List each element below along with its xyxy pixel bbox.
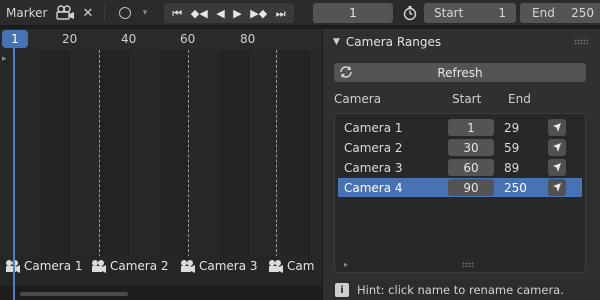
cursor-arrow-icon[interactable] bbox=[548, 119, 566, 136]
stopwatch-icon[interactable] bbox=[399, 3, 421, 23]
end-value: 250 bbox=[571, 6, 594, 20]
start-label: Start bbox=[434, 6, 464, 20]
column-header-start: Start bbox=[452, 92, 482, 106]
marker-label: Cam bbox=[287, 259, 315, 273]
current-frame-badge[interactable]: 1 bbox=[2, 30, 28, 48]
next-keyframe-icon[interactable]: ▶◆ bbox=[250, 8, 267, 19]
start-frame-input[interactable]: 1 bbox=[448, 119, 494, 136]
prev-keyframe-icon[interactable]: ◆◀ bbox=[191, 8, 208, 19]
marker-line bbox=[99, 50, 100, 262]
timeline-marker[interactable]: Camera 3 bbox=[179, 258, 258, 274]
timeline-header: Marker ✕ ▾ ⏮ ◆◀ ◀ ▶ ▶◆ ⏭ 1 Start 1 End 2… bbox=[0, 0, 600, 26]
chevron-down-icon[interactable]: ▾ bbox=[138, 3, 152, 23]
refresh-label: Refresh bbox=[437, 65, 483, 80]
camera-icon[interactable] bbox=[54, 3, 76, 23]
panel-header[interactable]: ▼ Camera Ranges bbox=[323, 29, 600, 55]
timeline-marker[interactable]: Cam bbox=[267, 258, 314, 274]
hint-text: Hint: click name to rename camera. bbox=[357, 283, 564, 297]
start-frame-input[interactable]: 60 bbox=[448, 159, 494, 176]
column-header-camera: Camera bbox=[334, 92, 382, 106]
chevron-down-icon: ▼ bbox=[333, 37, 340, 47]
track-stripe bbox=[100, 50, 130, 260]
end-frame-value: 250 bbox=[504, 181, 527, 195]
end-frame-value: 89 bbox=[504, 161, 520, 175]
ruler-tick: 40 bbox=[121, 32, 137, 46]
jump-start-icon[interactable]: ⏮ bbox=[172, 8, 182, 19]
ruler-tick: 20 bbox=[62, 32, 78, 46]
current-frame-field[interactable]: 1 bbox=[313, 3, 393, 23]
column-header-end: End bbox=[508, 92, 531, 106]
end-frame-value: 29 bbox=[504, 121, 520, 135]
keyframe-circle-icon[interactable] bbox=[114, 3, 136, 23]
timeline-marker[interactable]: Camera 2 bbox=[90, 258, 169, 274]
timeline-track-area[interactable] bbox=[0, 50, 322, 260]
refresh-icon bbox=[340, 66, 352, 78]
camera-icon bbox=[92, 260, 106, 273]
drag-handle-icon[interactable] bbox=[574, 39, 588, 45]
camera-name[interactable]: Camera 4 bbox=[344, 181, 403, 195]
cursor-arrow-icon[interactable] bbox=[548, 139, 566, 156]
cursor-arrow-icon[interactable] bbox=[548, 179, 566, 196]
list-resize-handle[interactable] bbox=[462, 262, 474, 267]
start-frame-field[interactable]: Start 1 bbox=[424, 3, 516, 23]
refresh-button[interactable]: Refresh bbox=[334, 63, 586, 82]
toolbar-divider bbox=[104, 5, 105, 21]
camera-row[interactable]: Camera 2 30 59 bbox=[338, 138, 582, 157]
start-frame-input[interactable]: 90 bbox=[448, 179, 494, 196]
camera-row[interactable]: Camera 3 60 89 bbox=[338, 158, 582, 177]
end-frame-value: 59 bbox=[504, 141, 520, 155]
marker-label: Camera 2 bbox=[110, 259, 169, 273]
marker-label: Camera 1 bbox=[24, 259, 83, 273]
track-stripe bbox=[220, 50, 250, 260]
start-frame-input[interactable]: 30 bbox=[448, 139, 494, 156]
horizontal-scrollbar[interactable] bbox=[20, 292, 128, 296]
camera-name[interactable]: Camera 1 bbox=[344, 121, 403, 135]
camera-icon bbox=[269, 260, 283, 273]
end-label: End bbox=[532, 6, 555, 20]
play-reverse-icon[interactable]: ◀ bbox=[216, 8, 224, 19]
end-frame-field[interactable]: End 250 bbox=[520, 3, 600, 23]
playhead-line[interactable] bbox=[13, 48, 15, 300]
jump-end-icon[interactable]: ⏭ bbox=[276, 8, 286, 19]
playback-controls: ⏮ ◆◀ ◀ ▶ ▶◆ ⏭ bbox=[164, 3, 294, 23]
play-icon[interactable]: ▶ bbox=[233, 8, 241, 19]
ruler-tick: 60 bbox=[180, 32, 196, 46]
camera-row[interactable]: Camera 1 1 29 bbox=[338, 118, 582, 137]
track-stripe bbox=[160, 50, 190, 260]
camera-row-active[interactable]: Camera 4 90 250 bbox=[338, 178, 582, 197]
close-icon[interactable]: ✕ bbox=[80, 3, 96, 23]
camera-icon bbox=[181, 260, 195, 273]
camera-name[interactable]: Camera 3 bbox=[344, 161, 403, 175]
frame-ruler[interactable]: 20 40 60 80 bbox=[0, 29, 322, 50]
marker-line bbox=[276, 50, 277, 262]
start-value: 1 bbox=[498, 6, 506, 20]
camera-name[interactable]: Camera 2 bbox=[344, 141, 403, 155]
track-stripe bbox=[280, 50, 310, 260]
info-icon: i bbox=[335, 283, 349, 297]
hint-bar: i Hint: click name to rename camera. bbox=[333, 280, 600, 300]
chevron-right-icon[interactable]: ▸ bbox=[2, 54, 7, 64]
marker-line bbox=[188, 50, 189, 262]
panel-title: Camera Ranges bbox=[345, 35, 442, 49]
track-stripe bbox=[40, 50, 70, 260]
marker-label: Camera 3 bbox=[199, 259, 258, 273]
marker-menu[interactable]: Marker bbox=[6, 3, 47, 23]
cursor-arrow-icon[interactable] bbox=[548, 159, 566, 176]
chevron-right-icon[interactable]: ▸ bbox=[344, 260, 348, 269]
timeline-marker[interactable]: Camera 1 bbox=[4, 258, 83, 274]
ruler-tick: 80 bbox=[240, 32, 256, 46]
